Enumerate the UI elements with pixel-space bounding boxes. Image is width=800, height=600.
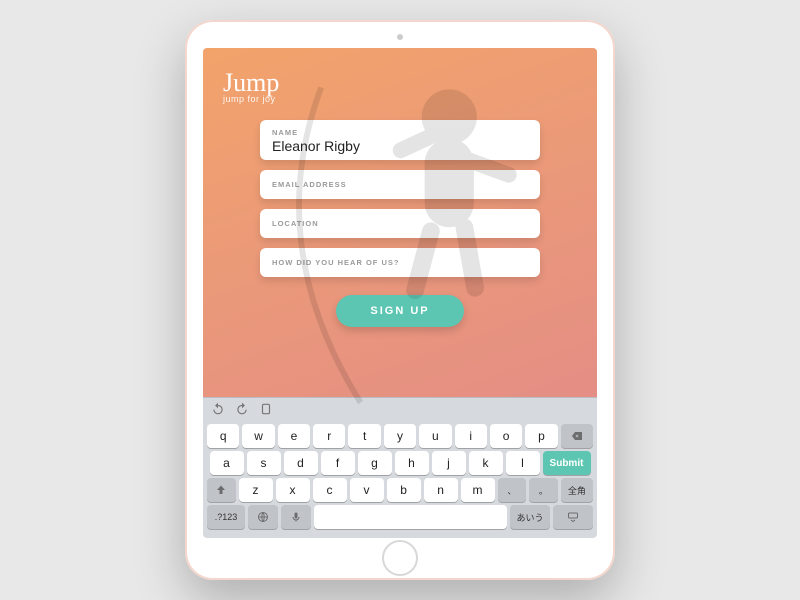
redo-icon[interactable] — [235, 402, 249, 416]
field-label: EMAIL ADDRESS — [272, 180, 528, 189]
key-j[interactable]: j — [432, 451, 466, 475]
undo-icon[interactable] — [211, 402, 225, 416]
field-label: NAME — [272, 128, 528, 137]
referral-field[interactable]: HOW DID YOU HEAR OF US? — [260, 248, 540, 277]
kana-key[interactable]: あいう — [510, 505, 550, 529]
key-r[interactable]: r — [313, 424, 345, 448]
key-u[interactable]: u — [419, 424, 451, 448]
hide-keyboard-key[interactable] — [553, 505, 593, 529]
key-d[interactable]: d — [284, 451, 318, 475]
front-camera — [397, 34, 403, 40]
key-b[interactable]: b — [387, 478, 421, 502]
keyboard-keys: q w e r t y u i o p — [203, 420, 597, 538]
key-s[interactable]: s — [247, 451, 281, 475]
home-button[interactable] — [382, 540, 418, 576]
brand-logo: Jump — [223, 70, 577, 96]
ipad-frame: Jump jump for joy NAME Eleanor Rigby EMA… — [185, 20, 615, 580]
key-f[interactable]: f — [321, 451, 355, 475]
zenkaku-key[interactable]: 全角 — [561, 478, 593, 502]
key-h[interactable]: h — [395, 451, 429, 475]
comma-key[interactable]: 、 — [498, 478, 527, 502]
key-p[interactable]: p — [525, 424, 557, 448]
key-row-4: .?123 あいう — [207, 505, 593, 529]
key-row-2: a s d f g h j k l Submit — [207, 451, 593, 475]
numbers-key[interactable]: .?123 — [207, 505, 245, 529]
key-k[interactable]: k — [469, 451, 503, 475]
location-field[interactable]: LOCATION — [260, 209, 540, 238]
key-i[interactable]: i — [455, 424, 487, 448]
key-q[interactable]: q — [207, 424, 239, 448]
globe-key[interactable] — [248, 505, 278, 529]
name-field[interactable]: NAME Eleanor Rigby — [260, 120, 540, 160]
key-row-1: q w e r t y u i o p — [207, 424, 593, 448]
brand-tagline: jump for joy — [223, 94, 577, 104]
key-l[interactable]: l — [506, 451, 540, 475]
keyboard-toolbar — [203, 398, 597, 420]
field-label: HOW DID YOU HEAR OF US? — [272, 258, 528, 267]
signup-button[interactable]: SIGN UP — [336, 295, 463, 327]
screen: Jump jump for joy NAME Eleanor Rigby EMA… — [203, 48, 597, 538]
space-key[interactable] — [314, 505, 507, 529]
stage: Jump jump for joy NAME Eleanor Rigby EMA… — [0, 0, 800, 600]
key-w[interactable]: w — [242, 424, 274, 448]
key-g[interactable]: g — [358, 451, 392, 475]
backspace-key[interactable] — [561, 424, 593, 448]
key-e[interactable]: e — [278, 424, 310, 448]
key-c[interactable]: c — [313, 478, 347, 502]
key-x[interactable]: x — [276, 478, 310, 502]
field-value: Eleanor Rigby — [272, 138, 528, 154]
mic-key[interactable] — [281, 505, 311, 529]
key-o[interactable]: o — [490, 424, 522, 448]
period-key[interactable]: 。 — [529, 478, 558, 502]
key-t[interactable]: t — [348, 424, 380, 448]
signup-app: Jump jump for joy NAME Eleanor Rigby EMA… — [203, 48, 597, 397]
key-y[interactable]: y — [384, 424, 416, 448]
key-z[interactable]: z — [239, 478, 273, 502]
key-row-3: z x c v b n m 、 。 全角 — [207, 478, 593, 502]
field-label: LOCATION — [272, 219, 528, 228]
keyboard: q w e r t y u i o p — [203, 397, 597, 538]
brand-block: Jump jump for joy — [223, 70, 577, 104]
shift-key[interactable] — [207, 478, 236, 502]
key-n[interactable]: n — [424, 478, 458, 502]
submit-key[interactable]: Submit — [543, 451, 591, 475]
key-v[interactable]: v — [350, 478, 384, 502]
key-a[interactable]: a — [210, 451, 244, 475]
email-field[interactable]: EMAIL ADDRESS — [260, 170, 540, 199]
signup-form: NAME Eleanor Rigby EMAIL ADDRESS LOCATIO… — [223, 120, 577, 327]
clipboard-icon[interactable] — [259, 402, 273, 416]
key-m[interactable]: m — [461, 478, 495, 502]
